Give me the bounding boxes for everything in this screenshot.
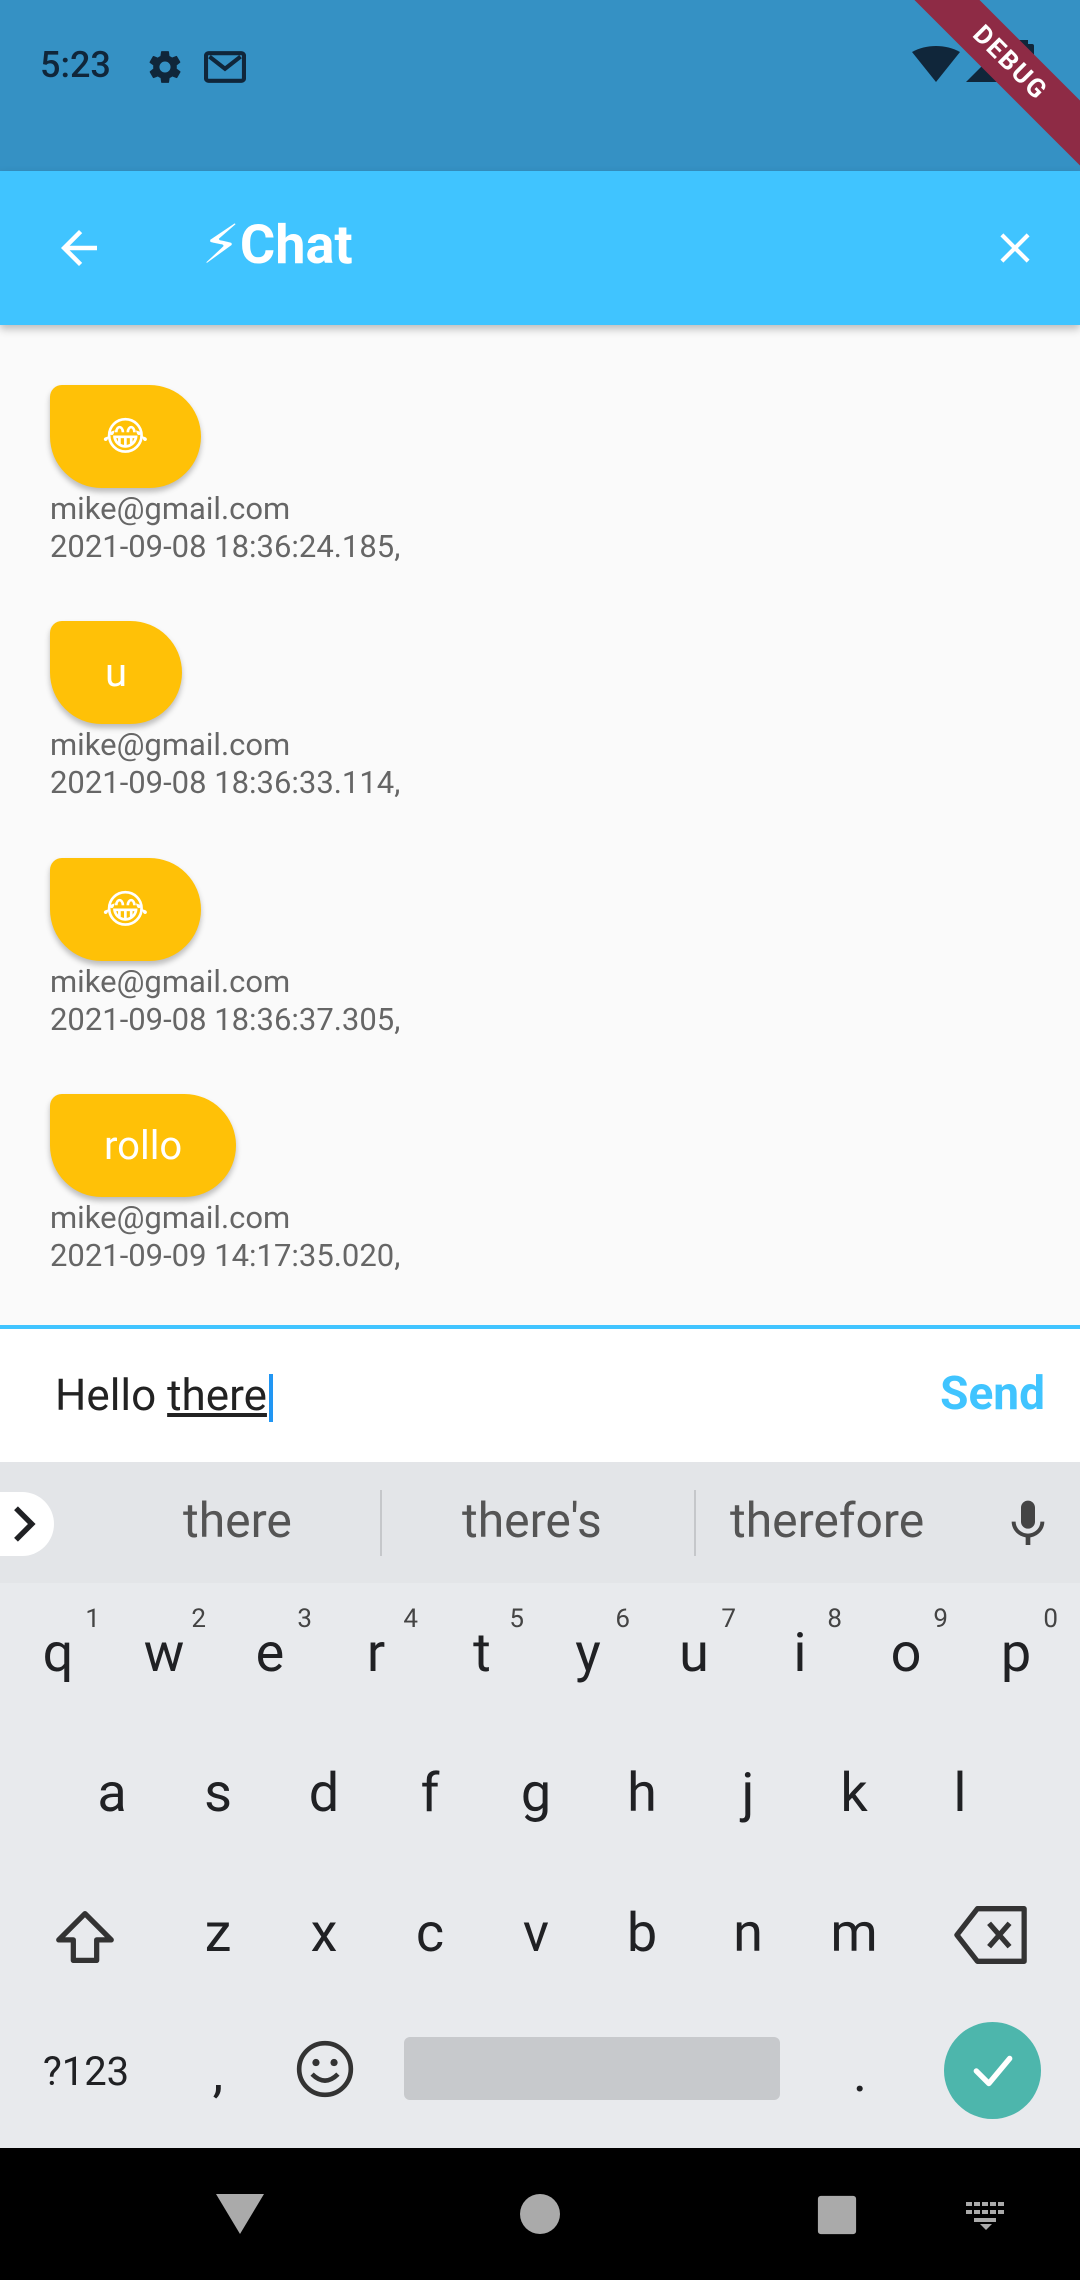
page-title: ⚡Chat [202, 213, 353, 277]
suggestion-divider [694, 1490, 696, 1556]
message-bubble[interactable]: 😂 [50, 858, 201, 961]
key-h[interactable]: h [592, 1762, 692, 1825]
message-timestamp: 2021-09-08 18:36:33.114, [50, 764, 401, 801]
key-o[interactable]: o9 [856, 1604, 956, 1685]
message-sender: mike@gmail.com [50, 490, 291, 527]
message-timestamp: 2021-09-08 18:36:24.185, [50, 528, 401, 565]
key-t[interactable]: t5 [432, 1604, 532, 1685]
suggestion-item[interactable]: there's [462, 1492, 602, 1549]
message-item: 😂 mike@gmail.com 2021-09-08 18:36:37.305… [50, 858, 400, 1039]
key-y[interactable]: y6 [538, 1604, 638, 1685]
home-circle-icon[interactable] [518, 2192, 562, 2236]
keyboard: there there's therefore q1 w2 e3 r4 t5 y… [0, 1462, 1080, 2148]
key-l[interactable]: l [910, 1762, 1010, 1825]
checkmark-icon [973, 2055, 1013, 2087]
key-p[interactable]: p0 [966, 1604, 1066, 1685]
keyboard-switch-icon[interactable] [964, 2200, 1008, 2230]
expand-suggestions-button[interactable] [0, 1492, 54, 1556]
wifi-icon [912, 46, 960, 82]
suggestion-item[interactable]: there [183, 1492, 292, 1549]
key-f[interactable]: f [380, 1762, 480, 1825]
mic-icon[interactable] [1000, 1494, 1056, 1554]
suggestion-strip: there there's therefore [0, 1462, 1080, 1583]
text-cursor [268, 1374, 273, 1423]
mail-icon [204, 51, 246, 83]
key-u[interactable]: u7 [644, 1604, 744, 1685]
close-icon[interactable] [990, 223, 1040, 273]
key-b[interactable]: b [592, 1902, 692, 1965]
back-arrow-icon[interactable] [52, 221, 106, 275]
lightning-emoji: ⚡ [202, 214, 240, 277]
key-m[interactable]: m [804, 1902, 904, 1965]
back-triangle-icon[interactable] [214, 2192, 266, 2236]
message-input[interactable]: Hello there [55, 1369, 273, 1423]
key-i[interactable]: i8 [750, 1604, 850, 1685]
message-item: 😂 mike@gmail.com 2021-09-08 18:36:24.185… [50, 385, 400, 566]
key-z[interactable]: z [168, 1902, 268, 1965]
key-g[interactable]: g [486, 1762, 586, 1825]
message-sender: mike@gmail.com [50, 726, 291, 763]
enter-button[interactable] [944, 2022, 1041, 2119]
settings-icon [149, 51, 181, 83]
message-input-area: Hello there Send [0, 1329, 1080, 1462]
key-d[interactable]: d [274, 1762, 374, 1825]
suggestion-item[interactable]: therefore [730, 1492, 924, 1549]
system-nav-bar [0, 2148, 1080, 2280]
message-sender: mike@gmail.com [50, 963, 291, 1000]
debug-banner: DEBUG [901, 0, 1080, 171]
key-s[interactable]: s [168, 1762, 268, 1825]
suggestion-divider [380, 1490, 382, 1556]
key-x[interactable]: x [274, 1902, 374, 1965]
input-composing-text: there [167, 1369, 267, 1421]
key-v[interactable]: v [486, 1902, 586, 1965]
status-time: 5:23 [40, 44, 111, 86]
message-bubble[interactable]: rollo [50, 1094, 237, 1197]
input-text-prefix: Hello [55, 1369, 168, 1421]
key-q[interactable]: q1 [8, 1604, 108, 1685]
send-button[interactable]: Send [940, 1367, 1045, 1421]
emoji-icon[interactable] [294, 2038, 356, 2100]
key-w[interactable]: w2 [114, 1604, 214, 1685]
key-r[interactable]: r4 [326, 1604, 426, 1685]
message-timestamp: 2021-09-08 18:36:37.305, [50, 1001, 401, 1038]
key-c[interactable]: c [380, 1902, 480, 1965]
status-bar: 5:23 DEBUG [0, 0, 1080, 171]
key-period[interactable]: . [810, 2042, 910, 2105]
key-n[interactable]: n [698, 1902, 798, 1965]
shift-icon[interactable] [50, 1902, 120, 1972]
symbols-key[interactable]: ?123 [26, 2048, 146, 2095]
key-j[interactable]: j [698, 1762, 798, 1825]
message-sender: mike@gmail.com [50, 1199, 291, 1236]
message-item: u mike@gmail.com 2021-09-08 18:36:33.114… [50, 621, 400, 802]
space-bar[interactable] [404, 2037, 780, 2100]
key-e[interactable]: e3 [220, 1604, 320, 1685]
message-bubble[interactable]: u [50, 621, 183, 724]
message-timestamp: 2021-09-09 14:17:35.020, [50, 1237, 401, 1274]
key-a[interactable]: a [62, 1762, 162, 1825]
key-k[interactable]: k [804, 1762, 904, 1825]
page-title-text: Chat [239, 214, 353, 277]
message-item: rollo mike@gmail.com 2021-09-09 14:17:35… [50, 1094, 400, 1275]
message-list[interactable]: 😂 mike@gmail.com 2021-09-08 18:36:24.185… [0, 325, 1080, 1325]
chevron-right-icon [14, 1506, 36, 1542]
message-bubble[interactable]: 😂 [50, 385, 201, 488]
app-bar: ⚡Chat [0, 171, 1080, 325]
key-comma[interactable]: , [168, 2042, 268, 2105]
recents-square-icon[interactable] [816, 2194, 858, 2236]
backspace-icon[interactable] [954, 1902, 1030, 1968]
